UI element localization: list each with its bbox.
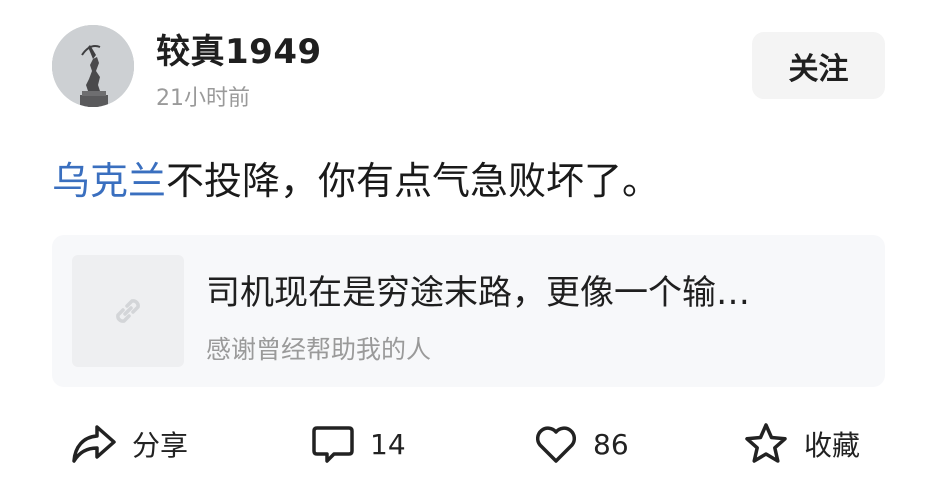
link-card-title: 司机现在是穷途末路，更像一个输… — [206, 273, 750, 313]
comment-bubble-icon — [312, 426, 354, 463]
link-icon — [116, 299, 140, 323]
favorite-label: 收藏 — [804, 429, 861, 462]
link-thumbnail — [72, 255, 184, 367]
topic-link[interactable]: 乌克兰 — [52, 159, 166, 203]
author-name[interactable]: 较真1949 — [156, 24, 322, 73]
comment-button[interactable]: 14 — [310, 420, 406, 468]
comment-count: 14 — [370, 427, 406, 461]
heart-icon — [535, 426, 577, 463]
share-arrow-icon — [72, 425, 116, 463]
share-label: 分享 — [132, 429, 189, 462]
share-button[interactable]: 分享 — [70, 420, 188, 468]
avatar[interactable] — [52, 25, 134, 107]
link-card-subtitle: 感谢曾经帮助我的人 — [206, 335, 432, 364]
post-timestamp: 21小时前 — [156, 86, 250, 111]
avatar-image — [52, 25, 134, 107]
like-count: 86 — [593, 427, 629, 461]
like-button[interactable]: 86 — [533, 420, 629, 468]
link-card[interactable]: 司机现在是穷途末路，更像一个输… 感谢曾经帮助我的人 — [52, 235, 885, 387]
favorite-button[interactable]: 收藏 — [742, 420, 860, 468]
star-icon — [745, 423, 787, 463]
post-content: 乌克兰不投降，你有点气急败坏了。 — [52, 155, 660, 207]
post-body-text: 不投降，你有点气急败坏了。 — [166, 159, 661, 203]
follow-button[interactable]: 关注 — [752, 32, 885, 99]
